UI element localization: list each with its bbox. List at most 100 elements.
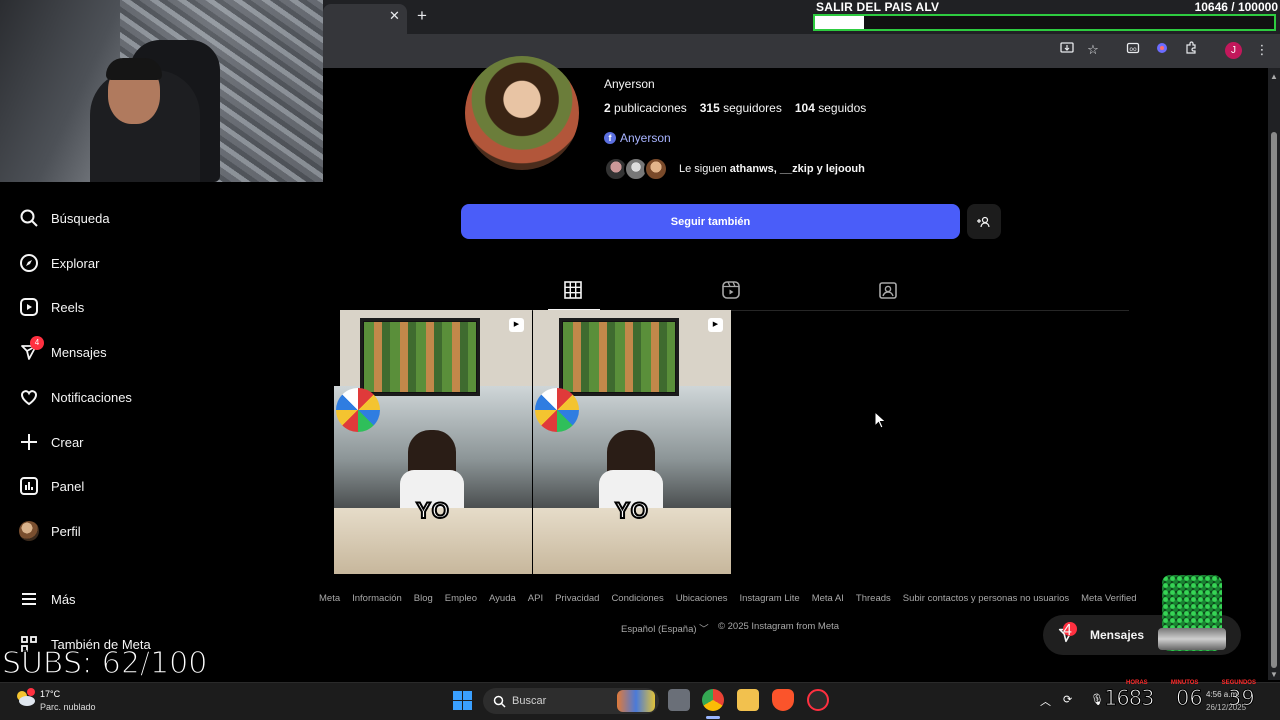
suggested-accounts-button[interactable] — [967, 204, 1001, 239]
grid-icon — [564, 281, 582, 299]
post-thumbnail[interactable]: YO ▶ — [533, 310, 731, 574]
countdown-minutes: 06 — [1176, 686, 1204, 711]
nav-item-notifications[interactable]: Notificaciones — [18, 382, 218, 412]
footer-link[interactable]: Información — [352, 593, 402, 604]
kebab-menu-icon[interactable]: ⋮ — [1253, 41, 1271, 59]
messenger-icon: 4 — [18, 336, 44, 363]
facebook-link-label: Anyerson — [620, 131, 671, 145]
search-highlight-icon — [617, 690, 655, 712]
tagged-icon — [879, 282, 897, 299]
reel-icon: ▶ — [509, 318, 524, 332]
sync-icon[interactable]: ⟳ — [1063, 693, 1072, 706]
language-selector[interactable]: Español (España) ﹀ — [621, 621, 709, 635]
windows-start-button[interactable] — [453, 691, 472, 710]
nav-item-search[interactable]: Búsqueda — [18, 203, 218, 233]
system-date[interactable]: 26/12/2025 — [1206, 703, 1246, 712]
post-thumbnail[interactable]: YO ▶ — [334, 310, 532, 574]
avatar — [644, 157, 668, 181]
posts-stat: 2 publicaciones — [604, 101, 687, 115]
reels-icon — [18, 296, 40, 318]
nav-item-reels[interactable]: Reels — [18, 292, 218, 322]
heart-icon — [18, 386, 40, 408]
footer-link[interactable]: Privacidad — [555, 593, 599, 604]
brave-icon[interactable] — [772, 689, 794, 711]
mouse-cursor-icon — [874, 411, 886, 429]
copyright-text: © 2025 Instagram from Meta — [718, 621, 840, 632]
svg-text:oo: oo — [1129, 46, 1137, 53]
countdown-hours: 1683 — [1104, 686, 1155, 711]
app-icon[interactable] — [807, 689, 829, 711]
nav-item-label: Explorar — [51, 255, 100, 271]
tab-tagged[interactable] — [879, 281, 899, 301]
install-app-icon[interactable] — [1058, 41, 1076, 59]
post-caption-text: YO — [415, 497, 450, 524]
puzzle-icon[interactable] — [1182, 41, 1200, 59]
scroll-down-icon[interactable]: ▼ — [1270, 670, 1278, 679]
chevron-up-icon[interactable]: ︿ — [1040, 693, 1051, 709]
footer-link[interactable]: Empleo — [445, 593, 477, 604]
nav-item-label: Notificaciones — [51, 389, 132, 405]
close-tab-icon[interactable]: ✕ — [389, 8, 400, 24]
profile-avatar[interactable]: J — [1225, 42, 1242, 59]
microphone-icon[interactable]: 🎙 — [1090, 693, 1104, 706]
nav-item-messages[interactable]: 4 Mensajes — [18, 336, 218, 367]
nav-item-more[interactable]: Más — [18, 584, 218, 614]
footer-link[interactable]: Meta Verified — [1081, 593, 1136, 604]
extension-icon[interactable]: oo — [1124, 41, 1142, 59]
footer-link[interactable]: Subir contactos y personas no usuarios — [903, 593, 1069, 604]
weather-icon[interactable] — [14, 688, 36, 708]
nav-item-label: Panel — [51, 478, 85, 494]
notification-badge: 4 — [1063, 622, 1077, 639]
file-explorer-icon[interactable] — [737, 689, 759, 711]
task-view-icon[interactable] — [668, 689, 690, 711]
search-icon — [18, 207, 40, 229]
followed-by-text[interactable]: Le siguen athanws, __zkip y lejoouh — [679, 163, 865, 175]
footer-link[interactable]: Instagram Lite — [739, 593, 799, 604]
profile-picture[interactable] — [465, 56, 579, 170]
tab-posts-grid[interactable] — [564, 281, 584, 301]
plus-icon — [18, 431, 40, 453]
following-stat[interactable]: 104 seguidos — [795, 101, 866, 115]
tab-reels[interactable] — [722, 281, 742, 301]
nav-item-label: Más — [51, 591, 76, 607]
profile-stats: 2 publicaciones 315 seguidores 104 segui… — [604, 101, 866, 115]
new-tab-icon[interactable]: + — [417, 6, 427, 26]
footer-link[interactable]: Threads — [856, 593, 891, 604]
facebook-link[interactable]: f Anyerson — [604, 131, 671, 145]
post-caption-text: YO — [614, 497, 649, 524]
subs-counter: SUBS: 62/100 — [1, 645, 208, 682]
avatar — [19, 521, 39, 541]
reels-icon — [722, 281, 740, 299]
nav-item-explore[interactable]: Explorar — [18, 248, 218, 278]
goal-count: 10646 / 100000 — [1194, 0, 1278, 14]
footer-link[interactable]: Meta — [319, 593, 340, 604]
weather-description: Parc. nublado — [40, 702, 96, 712]
footer-link[interactable]: Ubicaciones — [676, 593, 728, 604]
active-app-indicator — [706, 716, 720, 719]
footer-link[interactable]: Blog — [414, 593, 433, 604]
nav-item-label: Búsqueda — [51, 210, 110, 226]
dashboard-icon — [18, 475, 40, 497]
mutual-followers-avatars[interactable] — [604, 157, 674, 183]
follow-back-button[interactable]: Seguir también — [461, 204, 960, 239]
footer-link[interactable]: Condiciones — [611, 593, 663, 604]
taskbar-search-label: Buscar — [512, 695, 547, 707]
reel-icon: ▶ — [708, 318, 723, 332]
system-time[interactable]: 4:56 a.m. — [1206, 690, 1239, 699]
footer-link[interactable]: Ayuda — [489, 593, 516, 604]
footer-link[interactable]: API — [528, 593, 543, 604]
chrome-icon[interactable] — [702, 689, 724, 711]
scrollbar-thumb[interactable] — [1271, 132, 1277, 668]
nav-item-profile[interactable]: Perfil — [18, 516, 218, 546]
nav-item-label: Crear — [51, 434, 84, 450]
footer-link[interactable]: Meta AI — [812, 593, 844, 604]
scroll-up-icon[interactable]: ▲ — [1270, 72, 1278, 81]
goal-progress-bar — [813, 14, 1276, 31]
nav-item-dashboard[interactable]: Panel — [18, 471, 218, 501]
followers-stat[interactable]: 315 seguidores — [700, 101, 782, 115]
bookmark-star-icon[interactable]: ☆ — [1084, 41, 1102, 59]
extension-icon[interactable] — [1153, 41, 1171, 59]
nav-item-create[interactable]: Crear — [18, 427, 218, 457]
jar-base — [1158, 628, 1226, 650]
facebook-icon: f — [604, 132, 616, 144]
